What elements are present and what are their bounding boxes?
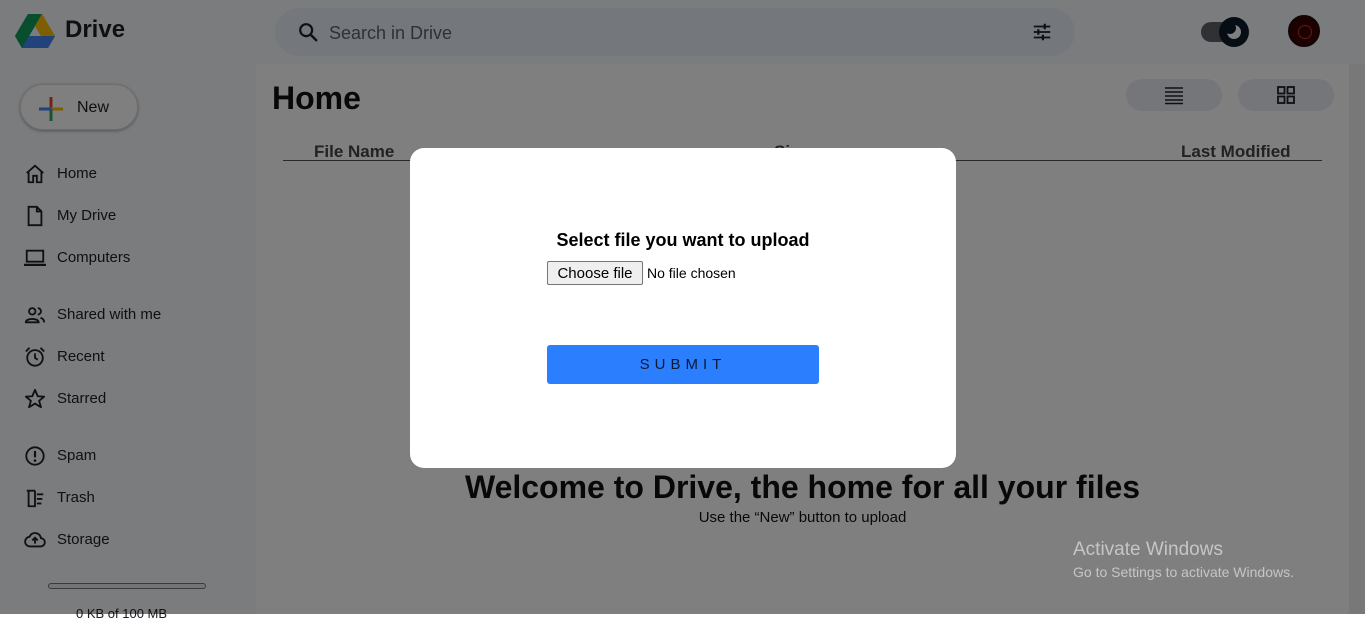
upload-modal-title: Select file you want to upload (556, 230, 810, 250)
watermark-line-2: Go to Settings to activate Windows. (1073, 564, 1294, 580)
watermark-line-1: Activate Windows (1073, 539, 1223, 560)
submit-button[interactable]: SUBMIT (547, 345, 819, 384)
file-status-text: No file chosen (647, 265, 736, 281)
upload-modal: Select file you want to upload Choose fi… (410, 148, 956, 468)
choose-file-button[interactable]: Choose file (547, 261, 643, 285)
activate-windows-watermark: Activate Windows Go to Settings to activ… (1073, 539, 1294, 580)
